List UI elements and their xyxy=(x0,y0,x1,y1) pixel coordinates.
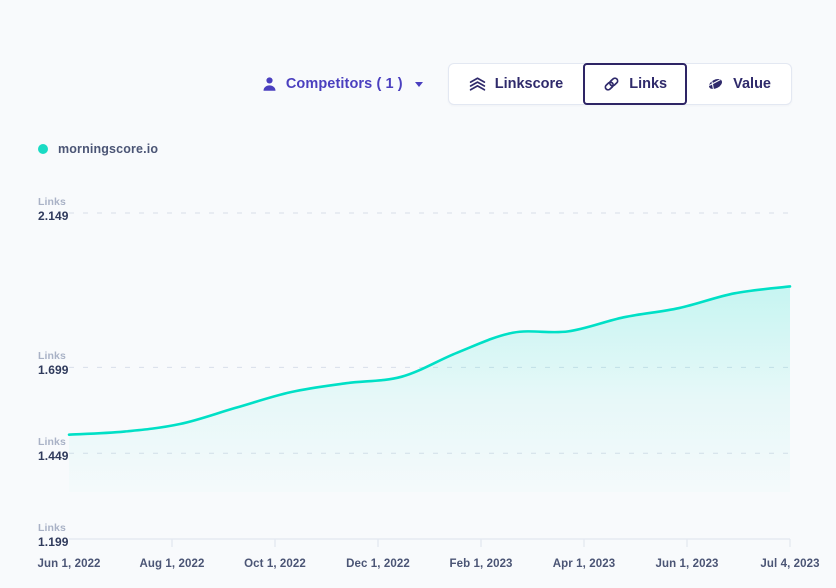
links-area-chart: Links 2.149 Links 1.699 Links 1.449 Links 1.199… xyxy=(0,0,836,588)
chart-x-axis xyxy=(69,538,791,547)
chart-plot xyxy=(67,212,792,547)
series-area-fill xyxy=(69,286,790,492)
